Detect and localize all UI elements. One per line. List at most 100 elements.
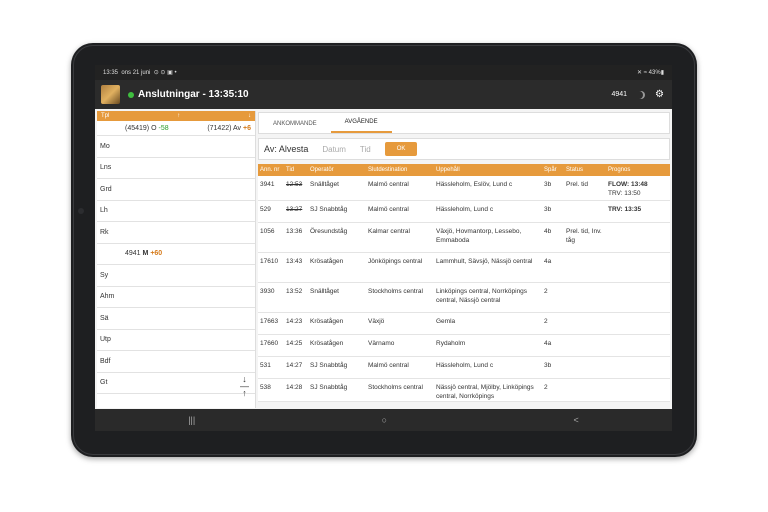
cell-tid: 14:28 xyxy=(284,378,308,402)
forecast-secondary: TRV: 13:50 xyxy=(608,190,641,197)
route-sub-av: Av xyxy=(233,124,242,132)
col-stops: Uppehåll xyxy=(434,164,542,176)
train-position-m: M xyxy=(142,250,149,258)
expand-collapse-icon[interactable]: ↓ — ↑ xyxy=(240,374,249,397)
table-row[interactable]: 17660 14:25 Krösatågen Värnamo Rydaholm 4a xyxy=(258,334,670,357)
cell-destination: Malmö central xyxy=(366,200,434,223)
route-header: Tpl ↑ ↓ xyxy=(97,111,255,121)
cell-tid: 13:52 xyxy=(284,282,308,313)
station-row[interactable]: Grd xyxy=(97,179,255,201)
route-header-tpl: Tpl xyxy=(101,113,110,119)
cell-forecast xyxy=(606,222,670,253)
cell-tid: 14:23 xyxy=(284,312,308,335)
cell-forecast: TRV: 13:35 xyxy=(606,200,670,223)
tab-departures[interactable]: AVGÅENDE xyxy=(330,113,392,133)
cell-forecast xyxy=(606,356,670,379)
table-row[interactable]: 531 14:27 SJ Snabbtåg Malmö central Hässleho… xyxy=(258,356,670,379)
cell-ann-nr: 529 xyxy=(258,200,284,223)
table-row[interactable]: 1056 13:36 Öresundståg Kalmar central Växjö,… xyxy=(258,222,670,253)
recent-apps-button[interactable]: ||| xyxy=(188,415,195,425)
station-row[interactable]: Utp xyxy=(97,330,255,351)
cell-tid: 14:27 xyxy=(284,356,308,379)
station-label: Rk xyxy=(100,228,109,236)
ok-button[interactable]: OK xyxy=(384,142,418,156)
dark-mode-icon[interactable] xyxy=(637,91,645,99)
cell-forecast xyxy=(606,312,670,335)
cell-operator: SJ Snabbtåg xyxy=(308,356,366,379)
station-label: Mo xyxy=(100,142,110,150)
station-row[interactable]: Ahm xyxy=(97,287,255,308)
cell-status xyxy=(564,356,606,379)
table-row[interactable]: 529 13:27 SJ Snabbtåg Malmö central Hässleho… xyxy=(258,200,670,223)
cell-forecast xyxy=(606,334,670,357)
station-row[interactable]: Gt ↓ — ↑ xyxy=(97,373,255,397)
col-forecast: Prognos xyxy=(606,164,670,176)
status-time: 13:35 xyxy=(103,70,119,76)
station-filter[interactable]: Av: Alvesta xyxy=(264,144,308,154)
system-nav-bar: ||| ○ < xyxy=(95,409,672,431)
station-label: Gt xyxy=(100,379,108,387)
table-row[interactable]: 3930 13:52 Snälltåget Stockholms central Lin… xyxy=(258,282,670,313)
col-ann-nr: Ann. nr xyxy=(258,164,284,176)
cell-status xyxy=(564,282,606,313)
screen: 13:35 ons 21 juni ⊙ ⊙ ▣ • ✕ ≈ 43%▮ Anslu… xyxy=(95,65,672,431)
back-button[interactable]: < xyxy=(574,415,579,425)
table-header: Ann. nr Tid Operatör Slutdestination Upp… xyxy=(258,164,670,176)
station-row[interactable]: Bdf xyxy=(97,351,255,373)
app-title: Anslutningar - 13:35:10 xyxy=(138,89,249,100)
station-row[interactable]: Rk xyxy=(97,222,255,244)
cell-destination: Växjö xyxy=(366,312,434,335)
table-row[interactable]: 17663 14:23 Krösatågen Växjö Gemla 2 xyxy=(258,312,670,335)
cell-track: 4a xyxy=(542,334,564,357)
route-header-arrival: ↑ xyxy=(177,113,181,119)
cell-stops: Hässleholm, Lund c xyxy=(434,356,542,379)
station-row[interactable]: Lh xyxy=(97,201,255,222)
direction-tabs: ANKOMMANDE AVGÅENDE xyxy=(258,112,670,134)
cell-operator: Krösatågen xyxy=(308,334,366,357)
cell-operator: Snälltåget xyxy=(308,176,366,201)
cell-stops: Lammhult, Sävsjö, Nässjö central xyxy=(434,252,542,283)
station-label: Utp xyxy=(100,336,111,344)
station-row[interactable]: Mo xyxy=(97,136,255,158)
cell-tid: 13:36 xyxy=(284,222,308,253)
cell-stops: Växjö, Hovmantorp, Lessebo, Emmaboda xyxy=(434,222,542,253)
status-icons: ⊙ ⊙ ▣ • xyxy=(153,70,177,76)
table-row[interactable]: 17610 13:43 Krösatågen Jönköpings central La… xyxy=(258,252,670,283)
station-label: Lh xyxy=(100,207,108,215)
filter-bar: Av: Alvesta Datum Tid OK xyxy=(258,138,670,160)
train-position-delay: +60 xyxy=(150,250,163,258)
gear-icon[interactable]: ⚙ xyxy=(655,89,664,100)
cell-status xyxy=(564,252,606,283)
table-row[interactable]: 3941 12:53 Snälltåget Malmö central Hässleho… xyxy=(258,176,670,201)
connections-panel: ANKOMMANDE AVGÅENDE Av: Alvesta Datum Ti… xyxy=(258,112,670,408)
col-track: Spår xyxy=(542,164,564,176)
cell-status: Prel. tid, Inv. tåg xyxy=(564,222,606,253)
tab-arrivals[interactable]: ANKOMMANDE xyxy=(259,115,331,133)
station-row[interactable]: Sy xyxy=(97,265,255,287)
cell-track: 4a xyxy=(542,252,564,283)
cell-track: 2 xyxy=(542,378,564,402)
cell-operator: Krösatågen xyxy=(308,252,366,283)
train-position-row: 4941 M +60 xyxy=(97,244,255,265)
station-row[interactable]: Sä xyxy=(97,308,255,330)
route-panel: Tpl ↑ ↓ (45419) O -58 (71422) Av +6 Mo L… xyxy=(97,111,256,408)
home-button[interactable]: ○ xyxy=(382,415,387,425)
cell-ann-nr: 17663 xyxy=(258,312,284,335)
date-input[interactable]: Datum xyxy=(322,145,346,154)
station-row[interactable]: Lns xyxy=(97,158,255,179)
cell-destination: Jönköpings central xyxy=(366,252,434,283)
train-position-number: 4941 xyxy=(125,250,141,258)
time-input[interactable]: Tid xyxy=(360,145,371,154)
cell-tid: 13:27 xyxy=(284,200,308,223)
table-row[interactable]: 538 14:28 SJ Snabbtåg Stockholms central Näs… xyxy=(258,378,670,402)
cell-ann-nr: 1056 xyxy=(258,222,284,253)
cell-stops: Linköpings central, Norrköpings central,… xyxy=(434,282,542,313)
cell-ann-nr: 538 xyxy=(258,378,284,402)
cell-ann-nr: 17610 xyxy=(258,252,284,283)
route-sub-b: (71422) xyxy=(207,124,232,132)
route-sub-o: O xyxy=(151,124,157,132)
cell-stops: Hässleholm, Lund c xyxy=(434,200,542,223)
cell-forecast: FLOW: 13:48 TRV: 13:50 xyxy=(606,176,670,201)
cell-destination: Värnamo xyxy=(366,334,434,357)
cell-operator: SJ Snabbtåg xyxy=(308,200,366,223)
